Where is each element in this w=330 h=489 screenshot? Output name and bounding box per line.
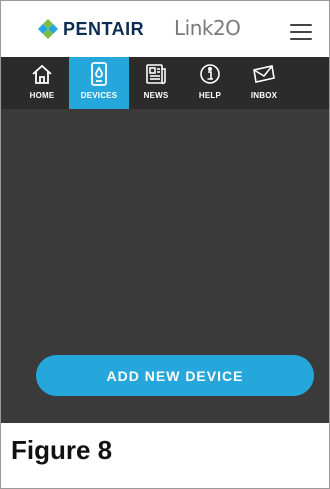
figure-caption: Figure 8	[1, 423, 329, 488]
home-icon	[29, 61, 55, 87]
figure-caption-text: Figure 8	[11, 435, 113, 465]
app-logo-text: Link2O	[174, 16, 241, 40]
phone-screen: PENTAIR Link2O HOME DEVICES NEWS HELP IN…	[0, 0, 330, 489]
add-new-device-button[interactable]: ADD NEW DEVICE	[36, 355, 314, 396]
link2o-logo: Link2O	[174, 16, 241, 40]
main-navbar: HOME DEVICES NEWS HELP INBOX	[1, 57, 329, 109]
nav-label-home: HOME	[29, 91, 55, 100]
brand-name: PENTAIR	[63, 18, 145, 39]
nav-item-news[interactable]: NEWS	[129, 57, 183, 109]
nav-item-devices[interactable]: DEVICES	[69, 57, 129, 109]
nav-label-devices: DEVICES	[80, 91, 118, 100]
nav-label-news: NEWS	[143, 91, 169, 100]
inbox-icon	[251, 61, 277, 87]
hamburger-menu-icon[interactable]	[290, 24, 312, 40]
nav-label-help: HELP	[198, 91, 222, 100]
help-icon	[197, 61, 223, 87]
nav-item-home[interactable]: HOME	[15, 57, 69, 109]
pentair-diamond-icon	[38, 19, 58, 39]
nav-item-help[interactable]: HELP	[183, 57, 237, 109]
app-header: PENTAIR Link2O	[1, 1, 329, 57]
nav-item-inbox[interactable]: INBOX	[237, 57, 291, 109]
pentair-logo: PENTAIR	[38, 18, 144, 40]
news-icon	[143, 61, 169, 87]
device-icon	[86, 61, 112, 87]
nav-label-inbox: INBOX	[250, 91, 278, 100]
